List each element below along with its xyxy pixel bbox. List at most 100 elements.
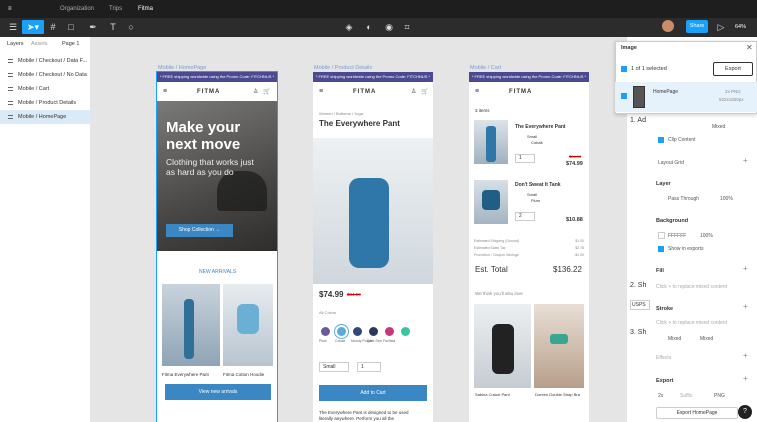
- row-checkbox[interactable]: [621, 93, 627, 99]
- layer-label: Mobile / Checkout / No Data: [18, 72, 87, 78]
- export-button[interactable]: Export: [713, 62, 753, 76]
- cart-item-color: Plum: [531, 198, 541, 203]
- cart-item-name[interactable]: Don't Sweat It Tank: [515, 182, 561, 188]
- avatar[interactable]: [662, 20, 674, 32]
- hamburger-icon[interactable]: ≡: [475, 88, 479, 95]
- pen-tool-icon[interactable]: ✒: [86, 20, 100, 34]
- product-image[interactable]: [223, 284, 273, 366]
- swatch-label: Plum: [319, 339, 327, 343]
- bg-hex[interactable]: FFFFFF: [668, 233, 686, 239]
- user-icon[interactable]: ♙: [253, 88, 258, 95]
- shape-tool-icon[interactable]: □: [64, 20, 78, 34]
- product-description: The Everywhere Pant is designed to be us…: [319, 410, 409, 421]
- product-price: $74.99: [319, 290, 344, 299]
- add-fill-icon[interactable]: +: [743, 264, 748, 273]
- tab-trips[interactable]: Trips: [109, 4, 122, 14]
- select-all-checkbox[interactable]: [621, 66, 627, 72]
- hamburger-icon[interactable]: ≡: [163, 88, 167, 95]
- stroke-weight-mixed[interactable]: Mixed: [700, 336, 713, 342]
- frame-label[interactable]: Mobile / Cart: [470, 65, 501, 71]
- layer-item[interactable]: Mobile / Cart: [0, 82, 91, 96]
- hamburger-icon[interactable]: ≡: [319, 88, 323, 95]
- color-swatch[interactable]: [353, 327, 362, 336]
- zoom-level[interactable]: 64%: [735, 24, 746, 30]
- bg-opacity[interactable]: 100%: [700, 233, 713, 239]
- close-icon[interactable]: ✕: [746, 43, 753, 52]
- tab-organization[interactable]: Organization: [60, 4, 94, 14]
- text-tool-icon[interactable]: T: [106, 20, 120, 34]
- boolean-icon[interactable]: ◉: [382, 20, 396, 34]
- row-dimensions: 522x1920px: [719, 97, 744, 102]
- export-homepage-button[interactable]: Export HomePage: [656, 407, 738, 419]
- tab-layers[interactable]: Layers: [7, 41, 24, 47]
- layer-item[interactable]: Mobile / Product Details: [0, 96, 91, 110]
- popup-title: Image: [621, 45, 637, 51]
- layer-opacity[interactable]: 100%: [720, 196, 733, 202]
- cart-icon[interactable]: 🛒: [421, 88, 428, 95]
- tab-fitma[interactable]: Fitma: [138, 4, 153, 14]
- move-tool-icon[interactable]: ➤▾: [22, 20, 44, 34]
- hoodie-shape: [237, 304, 259, 334]
- frame-label[interactable]: Mobile / HomePage: [158, 65, 206, 71]
- product-image[interactable]: [474, 304, 531, 388]
- page-selector[interactable]: Page 1: [62, 41, 79, 47]
- shop-collection-button[interactable]: Shop Collection →: [166, 224, 233, 237]
- quantity-select[interactable]: 1: [357, 362, 381, 372]
- add-export-icon[interactable]: +: [743, 374, 748, 383]
- product-image[interactable]: [534, 304, 584, 388]
- share-button[interactable]: Share: [686, 20, 708, 33]
- add-to-cart-button[interactable]: Add to Cart: [319, 385, 427, 401]
- quantity-select[interactable]: 2: [515, 212, 535, 221]
- color-swatch[interactable]: [385, 327, 394, 336]
- clip-checkbox[interactable]: [658, 137, 664, 143]
- user-icon[interactable]: ♙: [411, 88, 416, 95]
- homepage-frame[interactable]: * FREE shipping worldwide using the Prom…: [156, 71, 278, 422]
- color-swatch[interactable]: [321, 327, 330, 336]
- export-suffix[interactable]: Suffix: [680, 393, 692, 399]
- view-new-arrivals-button[interactable]: View new arrivals: [165, 384, 271, 400]
- athlete-shape: [492, 324, 514, 374]
- frame-tool-icon[interactable]: #: [46, 20, 60, 34]
- tab-assets[interactable]: Assets: [31, 41, 48, 47]
- mask-icon[interactable]: ◐: [362, 20, 376, 34]
- frame-label[interactable]: Mobile / Product Details: [314, 65, 372, 71]
- usps-field[interactable]: USPS: [630, 300, 650, 310]
- cart-item-name[interactable]: The Everywhere Pant: [515, 124, 566, 130]
- layer-item[interactable]: Mobile / Checkout / No Data: [0, 68, 91, 82]
- swatch-label: Dark Sea: [367, 339, 382, 343]
- stroke-mixed[interactable]: Mixed: [668, 336, 681, 342]
- color-swatch[interactable]: [401, 327, 410, 336]
- help-icon[interactable]: ?: [738, 405, 752, 419]
- size-select[interactable]: Small: [319, 362, 349, 372]
- add-stroke-icon[interactable]: +: [743, 302, 748, 311]
- bg-color-swatch[interactable]: [658, 232, 665, 239]
- blend-mode[interactable]: Pass Through: [668, 196, 699, 202]
- product-frame[interactable]: * FREE shipping worldwide using the Prom…: [313, 72, 433, 422]
- cart-icon[interactable]: 🛒: [263, 88, 270, 95]
- mixed-value[interactable]: Mixed: [712, 124, 725, 130]
- product-caption: Doreen Double Strap Bra: [535, 392, 580, 397]
- play-icon[interactable]: ▷: [714, 20, 728, 34]
- promo-banner: * FREE shipping worldwide using the Prom…: [313, 72, 433, 82]
- row-meta: 2x PNG: [725, 89, 741, 94]
- add-grid-icon[interactable]: +: [743, 156, 748, 165]
- export-row[interactable]: HomePage 2x PNG 522x1920px: [615, 82, 757, 112]
- comment-tool-icon[interactable]: ○: [124, 20, 138, 34]
- component-icon[interactable]: ◈: [342, 20, 356, 34]
- export-format[interactable]: PNG: [714, 393, 725, 399]
- main-menu-icon[interactable]: ☰: [6, 20, 20, 34]
- product-image[interactable]: [162, 284, 220, 366]
- layer-item[interactable]: Mobile / Checkout / Data F...: [0, 54, 91, 68]
- crop-icon[interactable]: ⌗: [400, 20, 414, 34]
- color-swatch[interactable]: [369, 327, 378, 336]
- cart-frame[interactable]: * FREE shipping worldwide using the Prom…: [469, 72, 589, 422]
- export-scale[interactable]: 2x: [658, 393, 663, 399]
- quantity-select[interactable]: 1: [515, 154, 535, 163]
- layer-item[interactable]: Mobile / HomePage: [0, 110, 91, 124]
- menu-icon[interactable]: ≡: [8, 4, 12, 14]
- promo-banner: * FREE shipping worldwide using the Prom…: [157, 72, 277, 82]
- add-effect-icon[interactable]: +: [743, 351, 748, 360]
- color-swatch[interactable]: [337, 327, 346, 336]
- show-exports-checkbox[interactable]: [658, 246, 664, 252]
- breadcrumb[interactable]: Women / Bottoms / Yoga: [319, 111, 363, 116]
